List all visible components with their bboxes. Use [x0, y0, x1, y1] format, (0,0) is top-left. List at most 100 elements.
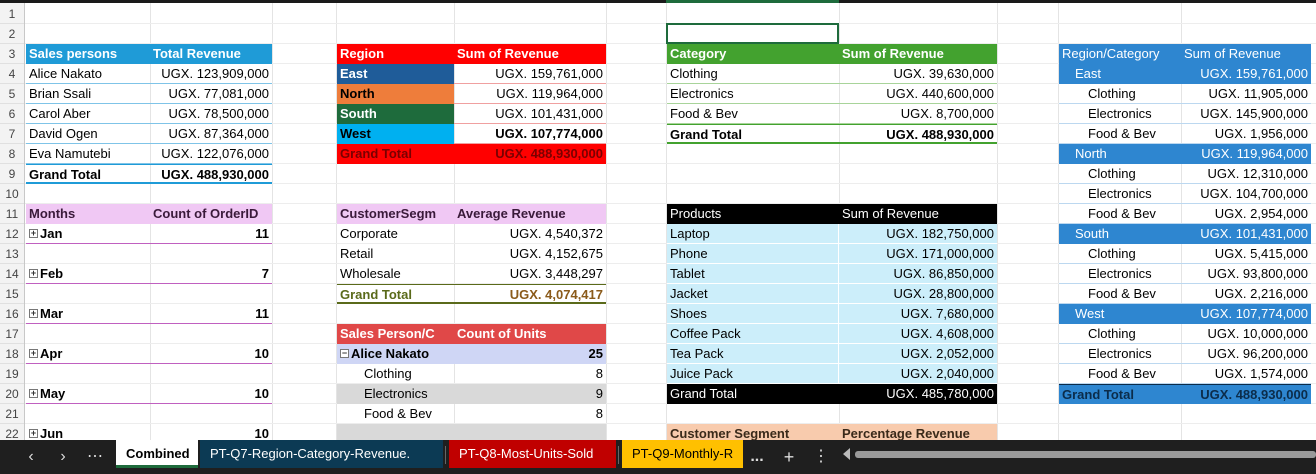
region-category-header[interactable]: Region/Category	[1059, 44, 1181, 64]
regcat-category-revenue: UGX. 11,905,000	[1181, 84, 1311, 104]
region-grand-total-value: UGX. 488,930,000	[454, 144, 606, 164]
tab-pt-q8[interactable]: PT-Q8-Most-Units-Sold	[449, 440, 616, 468]
sales-persons-header[interactable]: Sales persons	[26, 44, 150, 64]
row-number[interactable]: 10	[0, 184, 24, 204]
scroll-tabs-right-button[interactable]: ›	[52, 446, 74, 468]
row-number[interactable]: 8	[0, 144, 24, 164]
sales-person-name: Carol Aber	[26, 104, 150, 124]
units-category-count: 8	[595, 366, 603, 381]
month-order-count: 10	[150, 424, 272, 440]
product-revenue: UGX. 28,800,000	[839, 284, 997, 304]
expand-icon[interactable]: +	[29, 389, 38, 399]
regcat-category-revenue: UGX. 12,310,000	[1181, 164, 1311, 184]
regcat-category-name: Clothing	[1059, 244, 1181, 264]
region-name: South	[337, 104, 454, 124]
row-number[interactable]: 2	[0, 24, 24, 44]
row-number[interactable]: 19	[0, 364, 24, 384]
regcat-category-name: Clothing	[1059, 164, 1181, 184]
expand-icon[interactable]: +	[29, 269, 38, 279]
units-person-row[interactable]: − Alice Nakato	[337, 344, 454, 364]
row-number[interactable]: 14	[0, 264, 24, 284]
month-order-count: 11	[150, 224, 272, 244]
month-name: May	[40, 386, 66, 401]
segment-name: Corporate	[340, 226, 398, 241]
row-number[interactable]: 22	[0, 424, 24, 440]
month-row-label[interactable]: + Apr	[26, 344, 150, 364]
category-name: Food & Bev	[667, 104, 839, 124]
customer-segment-pct-header[interactable]: Customer Segment	[667, 424, 839, 440]
row-number[interactable]: 4	[0, 64, 24, 84]
horizontal-scrollbar[interactable]	[855, 451, 1316, 458]
row-number[interactable]: 17	[0, 324, 24, 344]
segment-average-revenue: UGX. 3,448,297	[509, 266, 603, 281]
category-name: Electronics	[667, 84, 839, 104]
product-revenue: UGX. 4,608,000	[839, 324, 997, 344]
spreadsheet-grid[interactable]: 1 2 3 4 5 6 7 8 9 10 11 12 13 14 15 16 17 18 19 20 21 22 Sale…	[0, 0, 1316, 440]
month-row-label[interactable]: + Jan	[26, 224, 150, 244]
category-grand-total-value: UGX. 488,930,000	[839, 124, 997, 144]
expand-icon[interactable]: +	[29, 229, 38, 239]
products-header[interactable]: Products	[667, 204, 839, 224]
month-name: Jan	[40, 226, 63, 241]
regcat-category-revenue: UGX. 5,415,000	[1181, 244, 1311, 264]
row-number[interactable]: 20	[0, 384, 24, 404]
selected-cell[interactable]	[666, 23, 839, 44]
sales-person-name: Eva Namutebi	[26, 144, 150, 164]
row-number[interactable]: 7	[0, 124, 24, 144]
row-number[interactable]: 12	[0, 224, 24, 244]
product-revenue: UGX. 2,040,000	[839, 364, 997, 384]
expand-icon[interactable]: +	[29, 349, 38, 359]
add-sheet-button[interactable]: +	[778, 446, 800, 468]
tabs-more-left-button[interactable]: ⋯	[84, 446, 106, 468]
category-grand-total-label: Grand Total	[667, 124, 839, 144]
collapse-icon[interactable]: −	[340, 349, 349, 359]
row-number[interactable]: 13	[0, 244, 24, 264]
month-row-label[interactable]: + Feb	[26, 264, 150, 284]
product-name: Jacket	[667, 284, 839, 304]
tab-combined[interactable]: Combined	[116, 440, 198, 468]
units-category-name: Electronics	[337, 384, 454, 404]
scroll-left-arrow-icon[interactable]	[843, 448, 850, 460]
tabs-more-right-button[interactable]: ...	[746, 446, 768, 468]
row-header[interactable]: 1 2 3 4 5 6 7 8 9 10 11 12 13 14 15 16 17 18 19 20 21 22	[0, 3, 25, 440]
count-orderid-header: Count of OrderID	[150, 204, 272, 224]
month-row-label[interactable]: + Mar	[26, 304, 150, 324]
expand-icon[interactable]: +	[29, 309, 38, 319]
scroll-tabs-left-button[interactable]: ‹	[20, 446, 42, 468]
sheet-options-button[interactable]: ⋮	[810, 446, 832, 468]
product-revenue: UGX. 7,680,000	[839, 304, 997, 324]
month-row-label[interactable]: + May	[26, 384, 150, 404]
regcat-category-name: Electronics	[1059, 184, 1181, 204]
row-number[interactable]: 3	[0, 44, 24, 64]
row-number[interactable]: 21	[0, 404, 24, 424]
regcat-category-name: Electronics	[1059, 264, 1181, 284]
category-header[interactable]: Category	[667, 44, 839, 64]
sales-person-revenue: UGX. 78,500,000	[150, 104, 272, 124]
row-number[interactable]: 9	[0, 164, 24, 184]
row-number[interactable]: 15	[0, 284, 24, 304]
row-number[interactable]: 5	[0, 84, 24, 104]
segment-grand-total-label: Grand Total	[337, 284, 454, 304]
segment-average-revenue: UGX. 4,152,675	[509, 246, 603, 261]
row-number[interactable]: 11	[0, 204, 24, 224]
regcat-region-name: South	[1059, 224, 1181, 244]
region-name: North	[337, 84, 454, 104]
row-number[interactable]: 16	[0, 304, 24, 324]
month-order-count: 7	[150, 264, 272, 284]
regcat-category-revenue: UGX. 1,956,000	[1181, 124, 1311, 144]
regcat-category-name: Food & Bev	[1059, 284, 1181, 304]
row-number[interactable]: 1	[0, 4, 24, 24]
region-header[interactable]: Region	[337, 44, 454, 64]
tab-pt-q7[interactable]: PT-Q7-Region-Category-Revenue.	[200, 440, 443, 468]
product-name: Phone	[667, 244, 839, 264]
regcat-region-revenue: UGX. 101,431,000	[1181, 224, 1311, 244]
row-number[interactable]: 6	[0, 104, 24, 124]
row-number[interactable]: 18	[0, 344, 24, 364]
sales-person-category-header[interactable]: Sales Person/C	[337, 324, 454, 344]
tab-pt-q9[interactable]: PT-Q9-Monthly-R	[622, 440, 743, 468]
column-gridline	[272, 3, 273, 440]
months-header: Months	[26, 204, 150, 224]
regcat-sum-revenue-header: Sum of Revenue	[1181, 44, 1311, 64]
month-row-label[interactable]: + Jun	[26, 424, 150, 440]
expand-icon[interactable]: +	[29, 429, 38, 439]
